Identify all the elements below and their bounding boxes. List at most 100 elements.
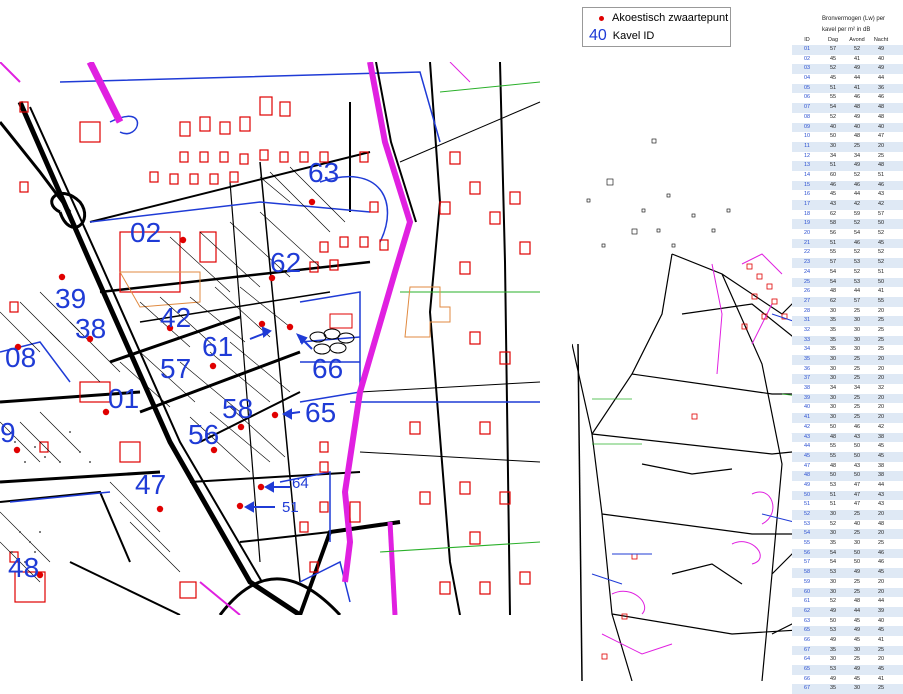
row-id: 27 [803,297,811,304]
row-avond: 30 [853,646,861,653]
overview-scatter [586,138,731,248]
table-row: 61 52 48 44 [792,597,903,607]
row-dag: 30 [829,656,837,663]
row-dag: 35 [829,346,837,353]
acoustic-centroid-point [286,323,294,331]
row-dag: 50 [829,133,837,140]
row-avond: 49 [853,162,861,169]
row-dag: 30 [829,142,837,149]
row-id: 06 [803,94,811,101]
row-nacht: 25 [877,336,885,343]
row-id: 65 [803,627,811,634]
row-id: 02 [803,55,811,62]
row-dag: 34 [829,152,837,159]
row-nacht: 20 [877,530,885,537]
main-map[interactable]: 63 02 62 39 42 38 61 08 57 66 01 58 65 56 9 64 47 51 48 [0,62,542,615]
row-id: 15 [803,181,811,188]
legend-point-row: Akoestisch zwaartepunt [591,11,728,25]
row-avond: 45 [853,675,861,682]
row-dag: 54 [829,278,837,285]
table-row: 22 55 52 52 [792,248,903,258]
acoustic-centroid-point [237,423,245,431]
row-avond: 44 [853,607,861,614]
acoustic-centroid-point [209,362,217,370]
row-dag: 45 [829,55,837,62]
row-id: 28 [803,307,811,314]
row-dag: 30 [829,365,837,372]
kavel-id-label: 64 [292,475,309,492]
acoustic-centroid-point [236,502,244,510]
kavel-id-label: 65 [305,397,336,428]
row-avond: 34 [853,385,861,392]
row-nacht: 20 [877,578,885,585]
row-dag: 51 [829,162,837,169]
table-row: 25 54 53 50 [792,277,903,288]
row-id: 12 [803,152,811,159]
table-row: 64 30 25 20 [792,655,903,665]
row-nacht: 25 [877,326,885,333]
table-row: 59 30 25 20 [792,578,903,588]
row-id: 39 [803,394,811,401]
row-nacht: 38 [877,462,885,469]
table-column-headers: ID Dag Avond Nacht [792,37,903,45]
row-id: 26 [803,288,811,295]
table-row: 26 48 44 41 [792,287,903,297]
row-avond: 47 [853,481,861,488]
row-id: 44 [803,443,811,450]
table-row: 08 52 49 48 [792,113,903,123]
row-nacht: 38 [877,472,885,479]
row-avond: 30 [853,336,861,343]
row-id: 34 [803,346,811,353]
table-row: 10 50 48 47 [792,132,903,142]
row-nacht: 55 [877,297,885,304]
row-nacht: 41 [877,675,885,682]
row-avond: 43 [853,462,861,469]
row-dag: 52 [829,598,837,605]
kavel-id-label: 9 [0,417,16,448]
row-dag: 50 [829,423,837,430]
legend-id-sample: 40 [589,27,607,44]
row-avond: 25 [853,365,861,372]
row-id: 40 [803,404,811,411]
row-avond: 44 [853,288,861,295]
buildings [9,96,531,603]
row-id: 23 [803,259,811,266]
row-nacht: 45 [877,239,885,246]
row-dag: 43 [829,201,837,207]
row-id: 32 [803,326,811,333]
table-row: 20 56 54 52 [792,229,903,239]
row-avond: 25 [853,404,861,411]
row-dag: 35 [829,540,837,547]
overview-blue [591,313,823,585]
row-avond: 41 [853,55,861,62]
row-id: 07 [803,104,811,111]
row-id: 64 [803,656,811,663]
row-dag: 55 [829,452,837,459]
row-avond: 52 [853,171,861,178]
row-avond: 25 [853,511,861,517]
row-id: 42 [803,423,811,430]
row-nacht: 48 [877,520,885,527]
row-id: 50 [803,491,811,498]
row-nacht: 39 [877,607,885,614]
row-avond: 50 [853,452,861,459]
table-row: 32 35 30 25 [792,326,903,336]
row-dag: 52 [829,65,837,72]
row-avond: 48 [853,598,861,605]
row-id: 20 [803,230,811,237]
row-avond: 25 [853,530,861,537]
table-row: 38 34 34 32 [792,384,903,394]
row-id: 11 [804,142,810,149]
row-dag: 56 [829,230,837,237]
row-id: 55 [803,540,811,547]
row-dag: 34 [829,385,837,392]
row-avond: 30 [853,346,861,353]
row-dag: 30 [829,414,837,421]
row-nacht: 20 [877,356,885,362]
table-row: 53 52 40 48 [792,520,903,530]
acoustic-centroid-point [271,411,279,419]
row-avond: 53 [853,259,861,266]
row-avond: 53 [853,278,861,285]
table-row: 06 55 46 46 [792,93,903,103]
row-avond: 49 [853,627,861,634]
